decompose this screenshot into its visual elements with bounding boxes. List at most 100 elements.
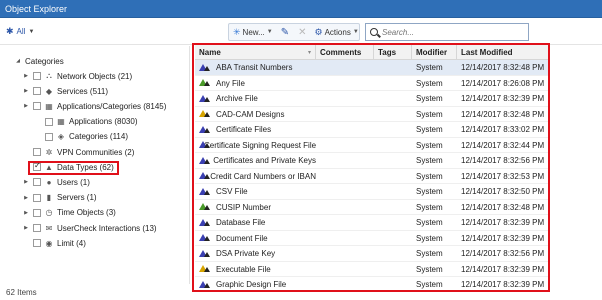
edit-pencil-icon[interactable]: ✎ (281, 27, 289, 38)
tree-item-label: Services (511) (57, 86, 108, 96)
data-type-icon (199, 110, 211, 118)
expand-triangle-icon[interactable]: ▶ (22, 73, 30, 79)
tree-item-label: Categories (114) (69, 132, 128, 142)
table-row[interactable]: Database File System 12/14/2017 8:32:39 PM (195, 215, 550, 231)
tree-item-checkbox[interactable] (45, 132, 53, 141)
tree-item[interactable]: ◈ Categories (114) (34, 130, 128, 144)
tree-root-categories[interactable]: ◢ Categories (14, 54, 64, 68)
table-row[interactable]: Document File System 12/14/2017 8:32:39 PM (195, 231, 550, 246)
cell-modified: 12/14/2017 8:32:48 PM (461, 63, 545, 72)
expand-triangle-icon[interactable]: ▶ (22, 195, 30, 201)
services-icon: ◆ (45, 86, 53, 96)
new-button[interactable]: ✳ New... ▼ (229, 27, 273, 38)
tree-item[interactable]: ▶ ✉ UserCheck Interactions (13) (22, 221, 157, 235)
column-header-modifier[interactable]: Modifier (412, 44, 457, 60)
tree-item-label: Applications/Categories (8145) (57, 101, 167, 111)
delete-x-icon[interactable]: ✕ (298, 27, 306, 38)
tree-item-checkbox[interactable] (33, 208, 41, 217)
column-header-tags[interactable]: Tags (374, 44, 412, 60)
table-row[interactable]: Archive File System 12/14/2017 8:32:39 PM (195, 91, 550, 107)
collapse-triangle-icon[interactable]: ◢ (14, 58, 22, 64)
expand-triangle-icon[interactable]: ▶ (22, 179, 30, 185)
tree-item[interactable]: ▶ ◆ Services (511) (22, 84, 108, 98)
row-name: CSV File (216, 187, 248, 196)
row-name: Graphic Design File (216, 280, 287, 289)
table-row[interactable]: Executable File System 12/14/2017 8:32:39 … (195, 262, 550, 277)
tree-item[interactable]: ▶ ◷ Time Objects (3) (22, 206, 116, 220)
tree-item[interactable]: ✲ VPN Communities (2) (22, 145, 134, 159)
table-row[interactable]: ABA Transit Numbers System 12/14/2017 8:32… (195, 60, 550, 76)
tree-item-checkbox[interactable] (33, 72, 41, 80)
tree-item-checkbox[interactable] (33, 224, 41, 232)
cell-tags (378, 246, 412, 261)
cell-comments (320, 60, 374, 75)
data-type-icon (199, 187, 211, 196)
table-row[interactable]: Certificate Files System 12/14/2017 8:33:0… (195, 122, 550, 138)
cell-tags (378, 215, 412, 230)
table-row[interactable]: Certificate Signing Request File System 12… (195, 138, 550, 153)
table-row[interactable]: DSA Private Key System 12/14/2017 8:32:56 … (195, 246, 550, 262)
tree-item-label: VPN Communities (2) (57, 147, 135, 157)
tree-item-checkbox[interactable] (33, 102, 41, 111)
row-name: CAD-CAM Designs (216, 109, 285, 119)
expand-triangle-icon[interactable]: ▶ (22, 88, 30, 94)
cell-comments (320, 122, 374, 137)
right-margin (590, 46, 602, 300)
object-explorer-window: Object Explorer ✱ All ▼ ✳ New... ▼ ✎ ✕ ⚙… (0, 0, 602, 300)
tree-item[interactable]: ▶ ● Users (1) (22, 175, 90, 189)
table-row[interactable]: Credit Card Numbers or IBAN System 12/14/2… (195, 169, 550, 184)
row-name: Certificates and Private Keys (213, 156, 316, 165)
table-row[interactable]: Certificates and Private Keys System 12/14… (195, 153, 550, 169)
cell-modifier: System (416, 63, 443, 72)
tree-item[interactable]: ◉ Limit (4) (22, 236, 86, 250)
column-header-name[interactable]: Name ▾ (195, 44, 316, 60)
tree-item[interactable]: ▶ ⛬ Network Objects (21) (22, 69, 132, 83)
data-type-icon (199, 172, 210, 180)
cell-name: ABA Transit Numbers (199, 60, 316, 75)
tree-item-checkbox[interactable] (33, 148, 41, 156)
application-icon: ▦ (57, 117, 65, 127)
expand-triangle-icon[interactable]: ▶ (22, 225, 30, 231)
table-row[interactable]: CUSIP Number System 12/14/2017 8:32:48 PM (195, 200, 550, 215)
data-type-icon (199, 125, 211, 134)
tree-item-checkbox[interactable] (33, 87, 41, 96)
tree-item[interactable]: ▶ ▮ Servers (1) (22, 191, 97, 205)
cell-comments (320, 231, 374, 246)
cell-modified: 12/14/2017 8:32:48 PM (461, 109, 545, 119)
cell-modified: 12/14/2017 8:32:39 PM (461, 218, 545, 227)
actions-button[interactable]: ⚙ Actions ▼ (315, 27, 359, 38)
tree-item-checkbox[interactable] (33, 178, 41, 187)
tree-item-label: UserCheck Interactions (13) (57, 223, 157, 233)
search-input[interactable] (382, 27, 522, 37)
all-filter-button[interactable]: ✱ All ▼ (6, 26, 34, 37)
expand-triangle-icon[interactable]: ▶ (22, 210, 30, 216)
cell-name: Certificate Signing Request File (199, 138, 316, 153)
tree-item[interactable]: ▶ ▦ Applications/Categories (8145) (22, 99, 166, 113)
table-row[interactable]: CSV File System 12/14/2017 8:32:50 PM (195, 184, 550, 200)
vpn-icon: ✲ (45, 147, 53, 157)
cell-tags (378, 91, 412, 106)
cell-modifier: System (416, 187, 443, 196)
sort-chevron-icon: ▾ (307, 50, 311, 56)
chevron-down-icon: ▼ (352, 29, 359, 35)
tree-item-checkbox[interactable] (33, 239, 41, 248)
cell-modified: 12/14/2017 8:32:39 PM (461, 94, 545, 103)
table-row[interactable]: Any File System 12/14/2017 8:26:08 PM (195, 76, 550, 91)
tree-item-checkbox[interactable] (45, 117, 53, 126)
cell-comments (320, 184, 374, 199)
search-box[interactable] (365, 23, 529, 41)
cell-comments (320, 91, 374, 106)
table-row[interactable]: CAD-CAM Designs System 12/14/2017 8:32:48 … (195, 107, 550, 122)
expand-triangle-icon[interactable]: ▶ (22, 103, 30, 109)
cell-modified: 12/14/2017 8:26:08 PM (461, 78, 545, 88)
tree-item[interactable]: ▦ Applications (8030) (34, 115, 137, 129)
table-row[interactable]: Graphic Design File System 12/14/2017 8:32… (195, 277, 550, 290)
cell-modifier: System (416, 280, 443, 289)
cell-name: Database File (199, 215, 316, 230)
cell-name: Graphic Design File (199, 277, 316, 290)
cell-tags (378, 262, 412, 277)
cell-modifier: System (416, 156, 443, 165)
column-header-comments[interactable]: Comments (316, 44, 374, 60)
column-header-last-modified[interactable]: Last Modified (457, 44, 550, 60)
tree-item-checkbox[interactable] (33, 193, 41, 202)
